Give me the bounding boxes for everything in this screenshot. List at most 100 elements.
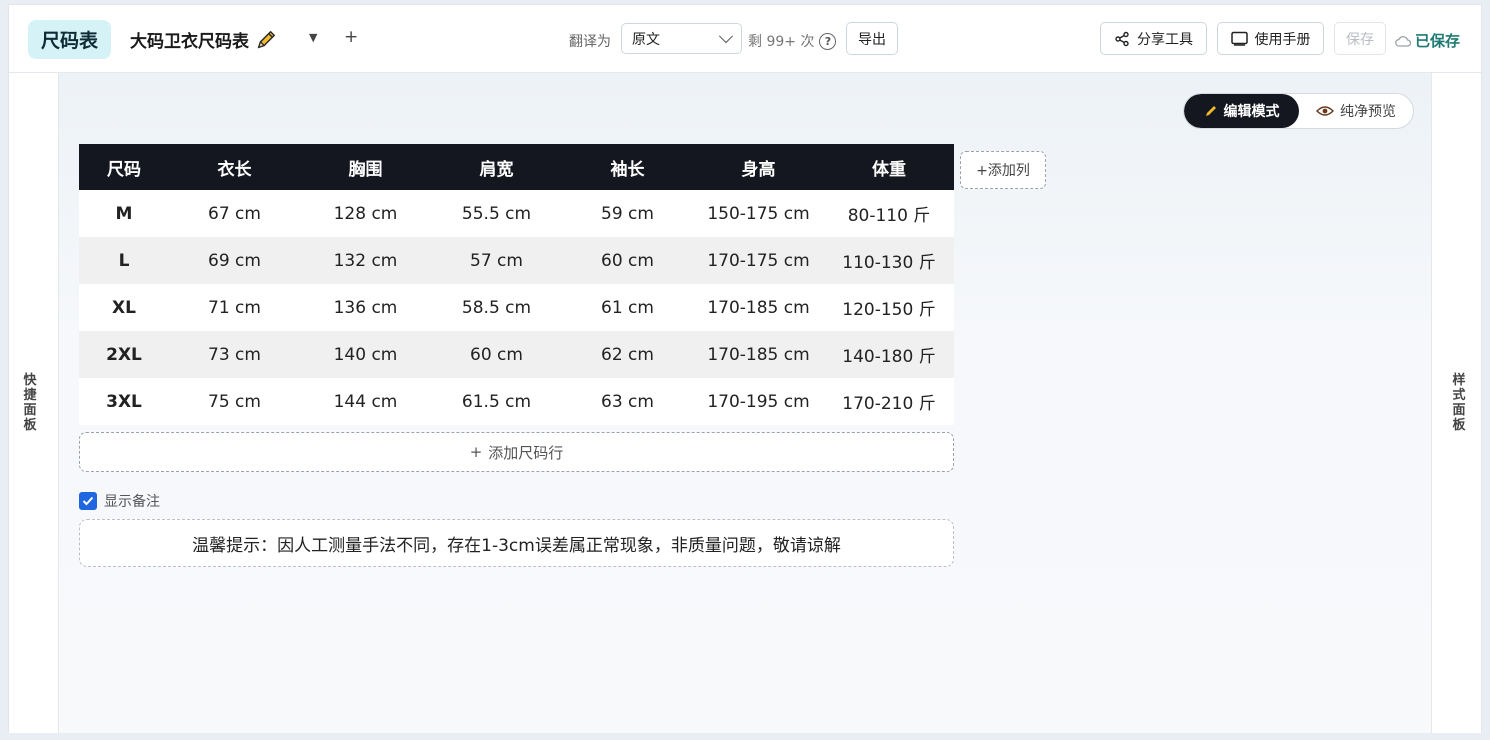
table-cell[interactable]: 144 cm (300, 378, 431, 425)
quick-panel-label[interactable]: 快捷面板 (5, 373, 55, 433)
table-cell[interactable]: 140-180 斤 (824, 331, 954, 378)
manual-button-label: 使用手册 (1254, 31, 1311, 48)
column-header[interactable]: 衣长 (169, 144, 300, 190)
top-header: 尺码表 大码卫衣尺码表 ▼ + 翻译为 原文 剩 99+ 次 ? 导出 分享工具… (9, 5, 1481, 73)
add-size-row-button[interactable]: + 添加尺码行 (79, 432, 954, 472)
add-column-button[interactable]: +添加列 (960, 151, 1046, 189)
clean-preview-label: 纯净预览 (1340, 104, 1396, 120)
document-menu-arrow-icon[interactable]: ▼ (309, 31, 317, 44)
table-cell[interactable]: 60 cm (562, 237, 693, 284)
remaining-text: 剩 99+ 次 (748, 34, 815, 50)
help-icon[interactable]: ? (819, 32, 837, 50)
side-label-char: 面 (23, 403, 37, 418)
table-cell[interactable]: 60 cm (431, 331, 562, 378)
show-notes-checkbox[interactable] (79, 492, 97, 510)
size-cell[interactable]: 3XL (79, 378, 169, 425)
manual-button[interactable]: 使用手册 (1217, 22, 1324, 55)
table-cell[interactable]: 75 cm (169, 378, 300, 425)
table-cell[interactable]: 140 cm (300, 331, 431, 378)
add-size-row-label: 添加尺码行 (488, 443, 564, 462)
export-button-label: 导出 (858, 31, 886, 48)
table-cell[interactable]: 136 cm (300, 284, 431, 331)
mode-toggle: 编辑模式 纯净预览 (1183, 93, 1414, 129)
style-panel-label[interactable]: 样式面板 (1434, 373, 1484, 433)
share-button-label: 分享工具 (1137, 31, 1193, 48)
table-cell[interactable]: 132 cm (300, 237, 431, 284)
table-cell[interactable]: 63 cm (562, 378, 693, 425)
size-cell[interactable]: XL (79, 284, 169, 331)
cloud-icon (1395, 35, 1411, 47)
table-row: 2XL 73 cm 140 cm 60 cm 62 cm 170-185 cm … (79, 331, 954, 378)
table-cell[interactable]: 67 cm (169, 190, 300, 237)
document-title[interactable]: 大码卫衣尺码表 (130, 27, 277, 52)
size-cell[interactable]: M (79, 190, 169, 237)
quick-panel-sidebar[interactable]: 快捷面板 (9, 73, 59, 733)
table-cell[interactable]: 55.5 cm (431, 190, 562, 237)
style-panel-sidebar[interactable]: 样式面板 (1431, 73, 1481, 733)
share-button[interactable]: 分享工具 (1100, 22, 1207, 55)
table-row: L 69 cm 132 cm 57 cm 60 cm 170-175 cm 11… (79, 237, 954, 284)
saved-status: 已保存 (1395, 30, 1460, 51)
edit-mode-label: 编辑模式 (1223, 104, 1280, 120)
show-notes-toggle[interactable]: 显示备注 (79, 491, 160, 511)
table-header-row: 尺码 衣长 胸围 肩宽 袖长 身高 体重 (79, 144, 954, 190)
column-header[interactable]: 袖长 (562, 144, 693, 190)
table-cell[interactable]: 58.5 cm (431, 284, 562, 331)
save-button[interactable]: 保存 (1334, 22, 1386, 55)
chevron-down-icon (718, 28, 734, 43)
table-cell[interactable]: 80-110 斤 (824, 190, 954, 237)
eye-icon (1316, 106, 1334, 116)
table-cell[interactable]: 57 cm (431, 237, 562, 284)
pencil-icon (1205, 106, 1216, 116)
table-cell[interactable]: 170-175 cm (693, 237, 824, 284)
share-icon (1115, 31, 1129, 46)
table-cell[interactable]: 73 cm (169, 331, 300, 378)
translate-label: 翻译为 (569, 34, 611, 50)
table-cell[interactable]: 120-150 斤 (824, 284, 954, 331)
show-notes-label: 显示备注 (104, 494, 160, 510)
side-label-char: 板 (1452, 418, 1466, 433)
table-cell[interactable]: 170-185 cm (693, 331, 824, 378)
table-cell[interactable]: 59 cm (562, 190, 693, 237)
table-cell[interactable]: 170-195 cm (693, 378, 824, 425)
column-header[interactable]: 身高 (693, 144, 824, 190)
table-cell[interactable]: 170-210 斤 (824, 378, 954, 425)
column-header[interactable]: 尺码 (79, 144, 169, 190)
app-logo[interactable]: 尺码表 (28, 20, 111, 59)
column-header[interactable]: 胸围 (300, 144, 431, 190)
side-label-char: 板 (23, 418, 37, 433)
side-label-char: 式 (1452, 388, 1466, 403)
size-cell[interactable]: L (79, 237, 169, 284)
side-label-char: 面 (1452, 403, 1466, 418)
table-cell[interactable]: 61 cm (562, 284, 693, 331)
column-header[interactable]: 肩宽 (431, 144, 562, 190)
translate-language-select[interactable]: 原文 (621, 23, 742, 54)
table-row: XL 71 cm 136 cm 58.5 cm 61 cm 170-185 cm… (79, 284, 954, 331)
table-cell[interactable]: 69 cm (169, 237, 300, 284)
table-cell[interactable]: 71 cm (169, 284, 300, 331)
saved-status-text: 已保存 (1415, 32, 1461, 50)
table-cell[interactable]: 150-175 cm (693, 190, 824, 237)
note-text-box[interactable]: 温馨提示：因人工测量手法不同，存在1-3cm误差属正常现象，非质量问题，敬请谅解 (79, 519, 954, 567)
note-text[interactable]: 温馨提示：因人工测量手法不同，存在1-3cm误差属正常现象，非质量问题，敬请谅解 (192, 531, 841, 556)
export-button[interactable]: 导出 (846, 22, 898, 55)
side-label-char: 捷 (23, 388, 37, 403)
translate-select-value: 原文 (632, 31, 660, 48)
size-cell[interactable]: 2XL (79, 331, 169, 378)
table-cell[interactable]: 61.5 cm (431, 378, 562, 425)
new-document-plus-icon[interactable]: + (344, 27, 358, 47)
plus-icon: + (469, 443, 483, 461)
clean-preview-button[interactable]: 纯净预览 (1299, 94, 1413, 128)
edit-mode-button[interactable]: 编辑模式 (1184, 94, 1299, 128)
table-cell[interactable]: 170-185 cm (693, 284, 824, 331)
translate-remaining: 剩 99+ 次 ? (748, 31, 837, 51)
pencil-icon[interactable] (255, 29, 277, 51)
side-label-char: 样 (1452, 373, 1466, 388)
table-row: 3XL 75 cm 144 cm 61.5 cm 63 cm 170-195 c… (79, 378, 954, 425)
table-cell[interactable]: 62 cm (562, 331, 693, 378)
table-cell[interactable]: 128 cm (300, 190, 431, 237)
document-title-text[interactable]: 大码卫衣尺码表 (130, 27, 249, 52)
table-cell[interactable]: 110-130 斤 (824, 237, 954, 284)
column-header[interactable]: 体重 (824, 144, 954, 190)
table-row: M 67 cm 128 cm 55.5 cm 59 cm 150-175 cm … (79, 190, 954, 237)
